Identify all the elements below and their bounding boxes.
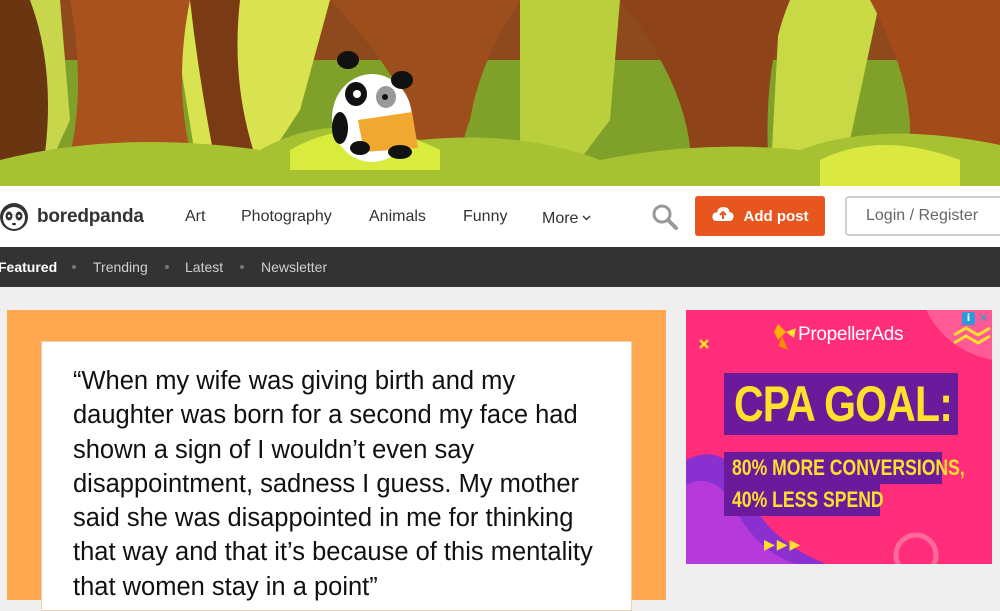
- add-post-label: Add post: [743, 207, 809, 225]
- sidebar-advertisement[interactable]: i ✕ PropellerAds CPA GOAL: 80% MORE CONV…: [686, 310, 992, 564]
- nav-more-label: More: [542, 210, 579, 227]
- ad-close-icon[interactable]: ✕: [977, 312, 990, 325]
- ad-line-2: 40% LESS SPEND: [724, 484, 884, 516]
- nav-item-art[interactable]: Art: [185, 208, 205, 226]
- ad-info-icon[interactable]: i: [962, 312, 975, 325]
- ad-brand-name: PropellerAds: [798, 324, 904, 345]
- logo-wordmark: boredpanda: [37, 206, 144, 227]
- nav-item-more[interactable]: More: [542, 208, 591, 228]
- forest-panda-illustration: [0, 0, 1000, 186]
- ad-headline-text: CPA GOAL:: [734, 376, 953, 432]
- header-banner: [0, 0, 1000, 186]
- nav-item-photography[interactable]: Photography: [241, 208, 332, 226]
- search-icon[interactable]: [651, 203, 679, 231]
- chevron-down-icon: [582, 208, 591, 226]
- add-post-button[interactable]: Add post: [695, 196, 825, 236]
- site-logo[interactable]: boredpanda: [0, 200, 144, 234]
- ad-background: [686, 310, 992, 564]
- nav-separator-dot: [165, 265, 169, 269]
- login-register-button[interactable]: Login / Register: [845, 196, 1000, 236]
- ad-headline: CPA GOAL:: [724, 373, 958, 435]
- ad-line-1-text: 80% MORE CONVERSIONS,: [732, 455, 965, 480]
- panda-logo-icon: [0, 200, 30, 234]
- nav-item-funny[interactable]: Funny: [463, 208, 507, 226]
- post-quote-text: “When my wife was giving birth and my da…: [73, 367, 593, 601]
- tab-featured[interactable]: Featured: [0, 259, 57, 275]
- nav-separator-dot: [240, 265, 244, 269]
- nav-separator-dot: [72, 265, 76, 269]
- tab-latest[interactable]: Latest: [185, 259, 223, 275]
- cloud-upload-icon: [711, 206, 734, 226]
- secondary-nav: Featured Trending Latest Newsletter: [0, 247, 1000, 287]
- ad-line-2-text: 40% LESS SPEND: [732, 487, 884, 512]
- nav-item-animals[interactable]: Animals: [369, 208, 426, 226]
- ad-arrows-icon: ▶▶▶: [764, 537, 803, 553]
- tab-trending[interactable]: Trending: [93, 259, 148, 275]
- post-card[interactable]: “When my wife was giving birth and my da…: [7, 310, 666, 611]
- tab-newsletter[interactable]: Newsletter: [261, 259, 327, 275]
- ad-line-1: 80% MORE CONVERSIONS,: [724, 452, 965, 484]
- post-image-quote: “When my wife was giving birth and my da…: [41, 341, 632, 611]
- site-header: boredpanda Art Photography Animals Funny…: [0, 186, 1000, 247]
